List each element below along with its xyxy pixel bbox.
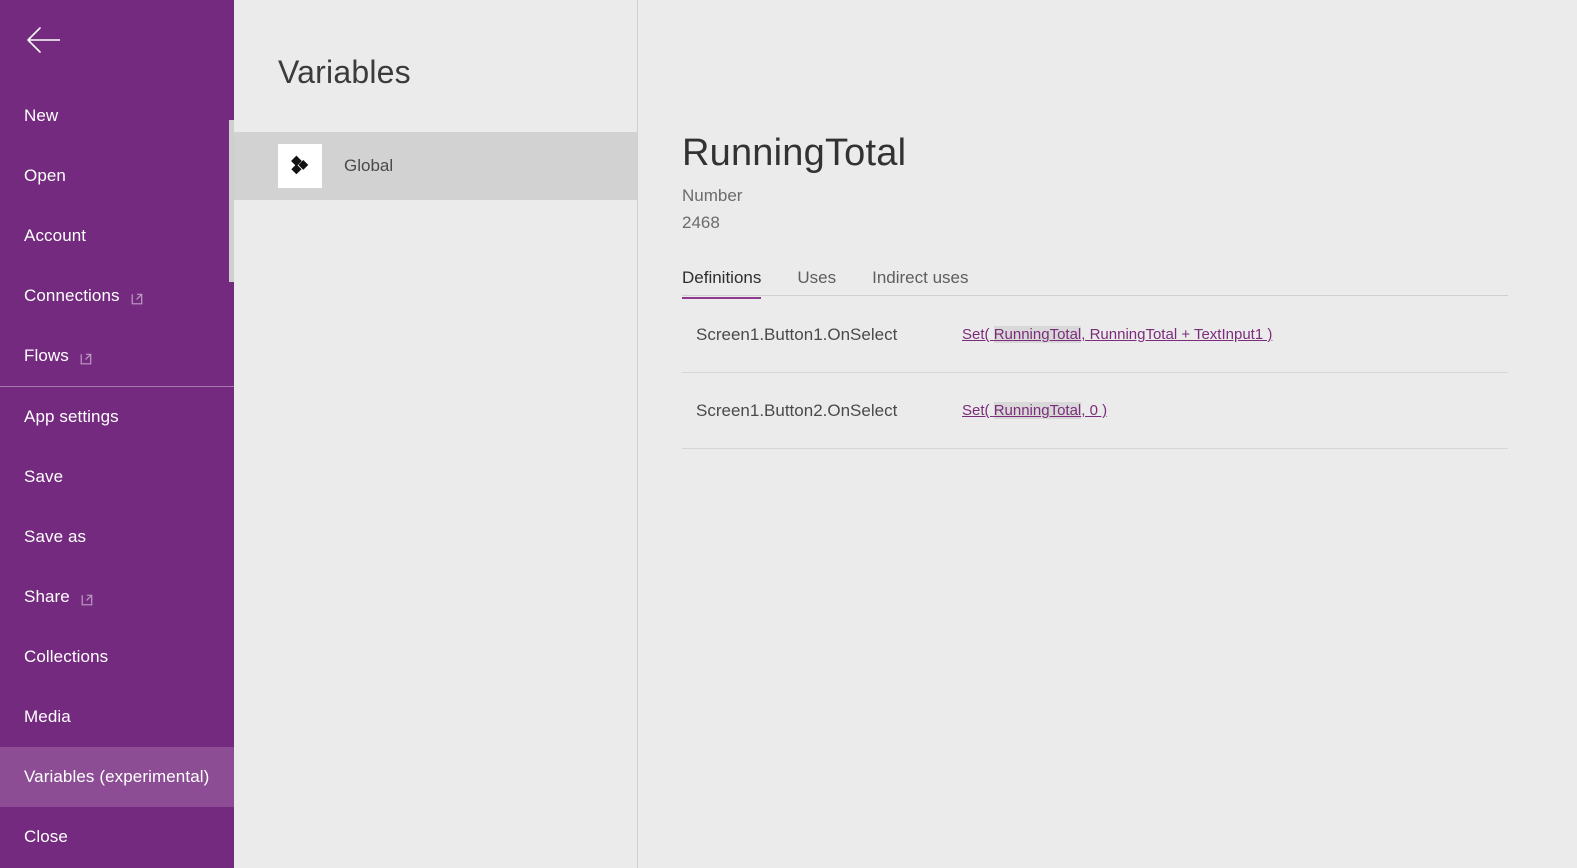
variable-name-heading: RunningTotal <box>682 132 907 174</box>
sidebar-item-label: Account <box>24 226 87 245</box>
formula-suffix: , 0 ) <box>1081 402 1108 419</box>
external-link-icon <box>81 591 96 606</box>
sidebar-item-label: Save <box>24 467 64 486</box>
variable-scope-item-global[interactable]: Global <box>234 132 637 200</box>
definition-formula-link[interactable]: Set( RunningTotal, RunningTotal + TextIn… <box>962 326 1272 343</box>
formula-variable-token: RunningTotal <box>993 326 1082 343</box>
sidebar-item-save[interactable]: Save <box>0 447 234 507</box>
sidebar-item-app-settings[interactable]: App settings <box>0 387 234 447</box>
sidebar-item-flows[interactable]: Flows <box>0 326 234 386</box>
variable-value-label: 2468 <box>682 213 720 232</box>
external-link-icon <box>80 350 95 365</box>
sidebar-item-label: Collections <box>24 647 109 666</box>
back-button[interactable] <box>22 20 62 60</box>
sidebar-item-account[interactable]: Account <box>0 206 234 266</box>
definitions-table: Screen1.Button1.OnSelect Set( RunningTota… <box>682 297 1508 449</box>
left-sidebar: New Open Account Connections Flows App settin… <box>0 0 234 868</box>
sidebar-item-label: Media <box>24 707 71 726</box>
sidebar-item-label: Flows <box>24 346 69 365</box>
definition-formula-link[interactable]: Set( RunningTotal, 0 ) <box>962 402 1107 419</box>
variable-type-label: Number <box>682 186 743 205</box>
external-link-icon <box>131 290 146 305</box>
sidebar-item-label: Open <box>24 166 66 185</box>
sidebar-item-variables-experimental[interactable]: Variables (experimental) <box>0 747 234 807</box>
variable-scope-list: Global <box>234 132 637 200</box>
sidebar-item-label: Save as <box>24 527 87 546</box>
definition-property: Screen1.Button2.OnSelect <box>696 400 898 420</box>
back-arrow-icon <box>22 20 62 60</box>
definition-row: Screen1.Button1.OnSelect Set( RunningTota… <box>682 297 1508 373</box>
formula-prefix: Set( <box>962 326 994 343</box>
definition-row: Screen1.Button2.OnSelect Set( RunningTota… <box>682 373 1508 449</box>
main-content: RunningTotal Number 2468 Definitions Uses… <box>638 0 1577 868</box>
sidebar-item-media[interactable]: Media <box>0 687 234 747</box>
sidebar-item-label: New <box>24 106 59 125</box>
sidebar-item-label: Share <box>24 587 70 606</box>
sidebar-item-label: Variables (experimental) <box>24 767 210 786</box>
sidebar-item-save-as[interactable]: Save as <box>0 507 234 567</box>
sidebar-item-new[interactable]: New <box>0 86 234 146</box>
sidebar-item-connections[interactable]: Connections <box>0 266 234 326</box>
sidebar-nav: New Open Account Connections Flows App settin… <box>0 86 234 867</box>
variables-list-panel: Variables Global <box>234 0 638 868</box>
global-variables-icon <box>278 144 322 188</box>
variable-scope-label: Global <box>344 156 394 175</box>
detail-tabs: Definitions Uses Indirect uses <box>682 268 1508 299</box>
sidebar-item-open[interactable]: Open <box>0 146 234 206</box>
sidebar-item-share[interactable]: Share <box>0 567 234 627</box>
definition-property: Screen1.Button1.OnSelect <box>696 324 898 344</box>
panel-title: Variables <box>278 54 411 90</box>
sidebar-item-label: App settings <box>24 407 119 426</box>
tab-uses[interactable]: Uses <box>797 268 836 299</box>
app-root: New Open Account Connections Flows App settin… <box>0 0 1577 868</box>
formula-variable-token: RunningTotal <box>993 402 1082 419</box>
formula-prefix: Set( <box>962 402 994 419</box>
sidebar-item-label: Close <box>24 827 68 846</box>
formula-suffix: , RunningTotal + TextInput1 ) <box>1081 326 1273 343</box>
sidebar-item-label: Connections <box>24 286 120 305</box>
tab-indirect-uses[interactable]: Indirect uses <box>872 268 968 299</box>
sidebar-item-close[interactable]: Close <box>0 807 234 867</box>
sidebar-item-collections[interactable]: Collections <box>0 627 234 687</box>
tab-definitions[interactable]: Definitions <box>682 268 762 299</box>
